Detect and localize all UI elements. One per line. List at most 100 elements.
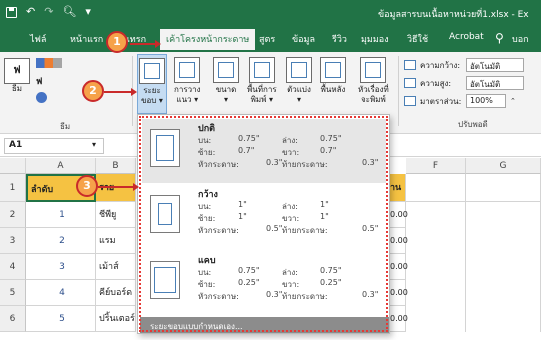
width-label: ความกว้าง: [420, 60, 461, 70]
tab-page-layout[interactable]: เค้าโครงหน้ากระดาษ [160, 29, 256, 52]
callout-1: 1 [106, 31, 128, 53]
customize-qat-icon[interactable]: ▾ [85, 5, 91, 19]
tab-data[interactable]: ข้อมูล [292, 32, 315, 46]
table-cell[interactable] [406, 174, 466, 202]
table-cell[interactable]: 0.00 [390, 306, 408, 332]
height-select[interactable]: อัตโนมัติ [466, 76, 524, 90]
tab-review[interactable]: รีวิว [332, 32, 347, 46]
scale-label: มาตราส่วน: [420, 96, 462, 106]
background-button[interactable]: พื้นหลัง [320, 57, 346, 95]
scale-input[interactable]: 100% [466, 94, 506, 108]
column-header-a[interactable]: A [26, 158, 96, 174]
left-value: 0.25" [238, 278, 260, 287]
undo-icon[interactable]: ↶ [26, 5, 35, 19]
table-header-cell[interactable]: าน [390, 174, 406, 202]
name-box-dropdown-icon[interactable]: ▾ [92, 140, 96, 149]
header-label: หัวกระดาษ: [198, 292, 239, 301]
scale-spinner-icon[interactable]: ⌃ [510, 97, 516, 105]
margin-option-wide[interactable]: กว้าง บน: 1" ล่าง: 1" ซ้าย: 1" ขวา: 1" ห… [142, 185, 386, 249]
table-cell[interactable]: 0.00 [390, 280, 408, 306]
print-area-button[interactable]: พื้นที่การ พิมพ์ ▾ [247, 57, 277, 105]
orientation-icon [174, 57, 201, 83]
callout-arrow-1 [130, 40, 161, 48]
tab-tell-me[interactable]: บอก [512, 32, 529, 46]
table-cell[interactable]: ชีพียู [96, 202, 136, 228]
table-cell[interactable]: คีย์บอร์ด [96, 280, 136, 306]
top-value: 0.75" [238, 266, 260, 275]
theme-colors-icon[interactable] [36, 58, 62, 68]
orientation-button[interactable]: การวาง แนว ▾ [174, 57, 201, 105]
print-titles-label: หัวเรื่องที่ จะพิมพ์ [358, 85, 389, 104]
row-header[interactable]: 3 [0, 228, 26, 254]
header-value: 0.5" [266, 224, 283, 233]
table-cell[interactable]: ปริ้นเตอร์ [96, 306, 136, 332]
table-cell[interactable]: แรม [96, 228, 136, 254]
table-header-cell[interactable]: ราย [96, 174, 136, 202]
ribbon-tabs: ไฟล์ หน้าแรก แทรก เค้าโครงหน้ากระดาษ สูต… [0, 26, 541, 52]
bottom-value: 1" [320, 200, 329, 209]
width-row: ความกว้าง: อัตโนมัติ [404, 58, 524, 72]
margin-option-narrow[interactable]: แคบ บน: 0.75" ล่าง: 0.75" ซ้าย: 0.25" ขว… [142, 251, 386, 315]
print-area-label: พื้นที่การ พิมพ์ ▾ [247, 85, 277, 104]
print-titles-button[interactable]: หัวเรื่องที่ จะพิมพ์ [358, 57, 389, 105]
callout-arrow-3 [98, 183, 139, 191]
breaks-icon [286, 57, 312, 83]
empty-column-g[interactable] [466, 202, 541, 332]
column-header-f[interactable]: F [406, 158, 466, 174]
row-header[interactable]: 4 [0, 254, 26, 280]
table-cell[interactable] [466, 174, 541, 202]
margin-narrow-icon [150, 261, 180, 299]
tab-help[interactable]: วิธีใช้ [407, 32, 428, 46]
table-cell[interactable]: 1 [26, 202, 96, 228]
theme-effects-icon[interactable] [36, 92, 47, 103]
margins-icon [139, 58, 165, 84]
table-cell[interactable]: เม้าส์ [96, 254, 136, 280]
print-preview-icon[interactable]: 🔍︎ [62, 5, 76, 19]
name-box[interactable]: A1 [4, 138, 104, 154]
theme-fonts-icon[interactable]: ฟ [36, 74, 42, 88]
custom-margins-button[interactable]: ระยะขอบแบบกำหนดเอง... [140, 317, 389, 333]
tab-acrobat[interactable]: Acrobat [449, 32, 484, 42]
width-select[interactable]: อัตโนมัติ [466, 58, 524, 72]
table-cell[interactable]: 0.00 [390, 228, 408, 254]
row-header[interactable]: 5 [0, 280, 26, 306]
tell-me-icon[interactable]: ⚲ [495, 31, 504, 45]
row-header[interactable]: 6 [0, 306, 26, 332]
header-value: 0.3" [266, 158, 283, 167]
footer-label: ท้ายกระดาษ: [282, 226, 328, 235]
right-value: 0.7" [320, 146, 337, 155]
header-value: 0.3" [266, 290, 283, 299]
right-value: 0.25" [320, 278, 342, 287]
tab-view[interactable]: มุมมอง [361, 32, 389, 46]
table-cell[interactable]: 4 [26, 280, 96, 306]
redo-icon[interactable]: ↷ [44, 5, 53, 19]
left-value: 0.7" [238, 146, 255, 155]
tab-formulas[interactable]: สูตร [259, 32, 275, 46]
bottom-value: 0.75" [320, 266, 342, 275]
row-header[interactable]: 2 [0, 202, 26, 228]
table-cell[interactable]: 3 [26, 254, 96, 280]
height-icon [404, 78, 416, 88]
margin-option-normal[interactable]: ปกติ บน: 0.75" ล่าง: 0.75" ซ้าย: 0.7" ขว… [142, 119, 386, 183]
table-cell[interactable]: 2 [26, 228, 96, 254]
select-all-corner[interactable] [0, 158, 26, 174]
empty-column-f[interactable] [406, 202, 466, 332]
tab-home[interactable]: หน้าแรก [70, 32, 103, 46]
row-header[interactable]: 1 [0, 174, 26, 202]
breaks-button[interactable]: ตัวแบ่ง ▾ [286, 57, 312, 105]
themes-group-label: ธีม [60, 122, 71, 131]
table-cell[interactable]: 0.00 [390, 254, 408, 280]
margin-wide-icon [150, 195, 180, 233]
margins-button[interactable]: ระยะ ขอบ ▾ [137, 54, 167, 114]
table-cell[interactable]: 0.00 [390, 202, 408, 228]
table-cell[interactable]: 5 [26, 306, 96, 332]
top-value: 0.75" [238, 134, 260, 143]
tab-file[interactable]: ไฟล์ [30, 32, 46, 46]
column-header-b[interactable]: B [96, 158, 136, 174]
margin-option-title: แคบ [198, 256, 216, 266]
column-header-g[interactable]: G [466, 158, 541, 174]
themes-button[interactable]: ฟ ธีม [4, 58, 30, 94]
save-icon[interactable] [6, 6, 17, 18]
group-separator [398, 56, 399, 126]
size-button[interactable]: ขนาด ▾ [213, 57, 239, 105]
